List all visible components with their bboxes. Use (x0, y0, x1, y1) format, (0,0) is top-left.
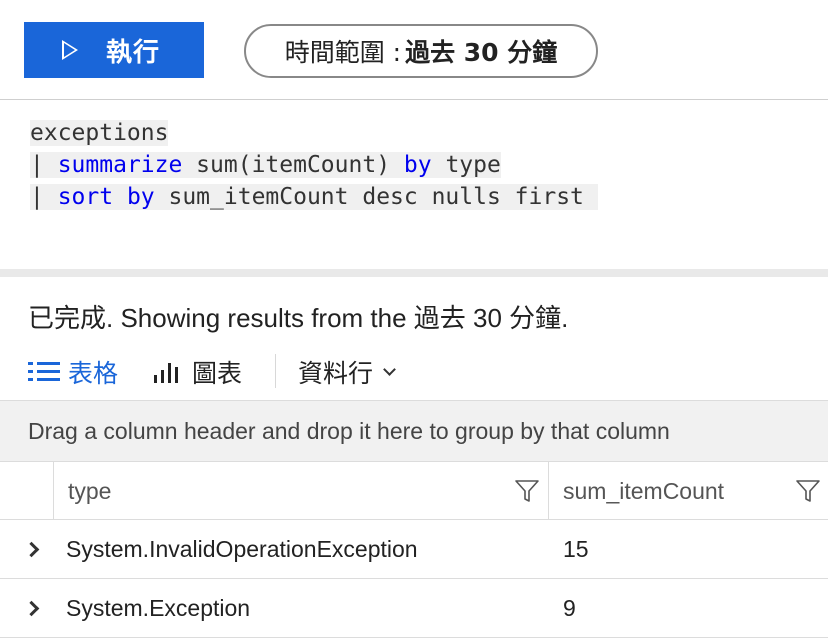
chevron-down-icon (383, 362, 396, 376)
chevron-right-icon[interactable] (23, 541, 40, 558)
time-range-prefix: 時間範圍 : (284, 38, 402, 67)
tab-table[interactable]: 表格 (28, 350, 118, 394)
code-text: exceptions (30, 120, 169, 146)
toolbar: 執行 時間範圍 : 過去 30 分鐘 (0, 0, 828, 100)
code-keyword: summarize (57, 152, 183, 178)
bar-chart-icon (152, 359, 182, 385)
tab-table-label: 表格 (68, 359, 119, 388)
code-text: sum(itemCount) (182, 152, 404, 178)
results-tabs: 表格 圖表 資料行 (0, 350, 828, 394)
table-row[interactable]: System.Exception 9 (0, 579, 828, 638)
chevron-right-icon[interactable] (23, 600, 40, 617)
group-by-drop-zone[interactable]: Drag a column header and drop it here to… (0, 400, 828, 462)
column-header-sum-itemcount[interactable]: sum_itemCount (549, 462, 828, 520)
tab-separator (275, 354, 276, 388)
group-by-hint: Drag a column header and drop it here to… (28, 417, 670, 444)
play-icon (62, 40, 78, 60)
code-line: exceptions (30, 117, 598, 149)
query-code[interactable]: exceptions | summarize sum(itemCount) by… (30, 117, 598, 213)
filter-icon[interactable] (514, 478, 540, 504)
run-button-label: 執行 (106, 37, 161, 68)
results-grid: type sum_itemCount System.InvalidOperati… (0, 462, 828, 638)
cell-sum-itemcount: 15 (563, 535, 589, 562)
editor-results-splitter[interactable] (0, 269, 828, 277)
code-line: | summarize sum(itemCount) by type (30, 149, 598, 181)
code-keyword: by (403, 152, 432, 178)
columns-dropdown[interactable]: 資料行 (298, 350, 396, 394)
code-line: | sort by sum_itemCount desc nulls first (30, 181, 598, 213)
list-icon (28, 361, 60, 383)
column-header-label: sum_itemCount (563, 477, 725, 504)
column-header-type[interactable]: type (54, 462, 549, 520)
tab-chart[interactable]: 圖表 (152, 350, 242, 394)
results-status: 已完成. Showing results from the 過去 30 分鐘. (28, 303, 569, 333)
code-pipe: | (30, 184, 58, 210)
time-range-value: 過去 30 分鐘 (405, 38, 558, 67)
code-keyword: sort by (57, 184, 155, 210)
run-button[interactable]: 執行 (24, 22, 204, 78)
filter-icon[interactable] (795, 478, 821, 504)
expand-column-header (0, 462, 54, 520)
columns-dropdown-label: 資料行 (298, 359, 374, 388)
cell-sum-itemcount: 9 (563, 594, 576, 621)
table-row[interactable]: System.InvalidOperationException 15 (0, 520, 828, 579)
grid-header: type sum_itemCount (0, 462, 828, 520)
cell-type: System.InvalidOperationException (66, 535, 418, 562)
code-text: sum_itemCount desc nulls first (154, 184, 598, 210)
code-text: type (431, 152, 501, 178)
query-editor[interactable]: exceptions | summarize sum(itemCount) by… (0, 101, 828, 269)
tab-chart-label: 圖表 (192, 359, 243, 388)
cell-type: System.Exception (66, 594, 251, 621)
code-pipe: | (30, 152, 58, 178)
time-range-button[interactable]: 時間範圍 : 過去 30 分鐘 (244, 24, 598, 78)
column-header-label: type (68, 477, 112, 504)
